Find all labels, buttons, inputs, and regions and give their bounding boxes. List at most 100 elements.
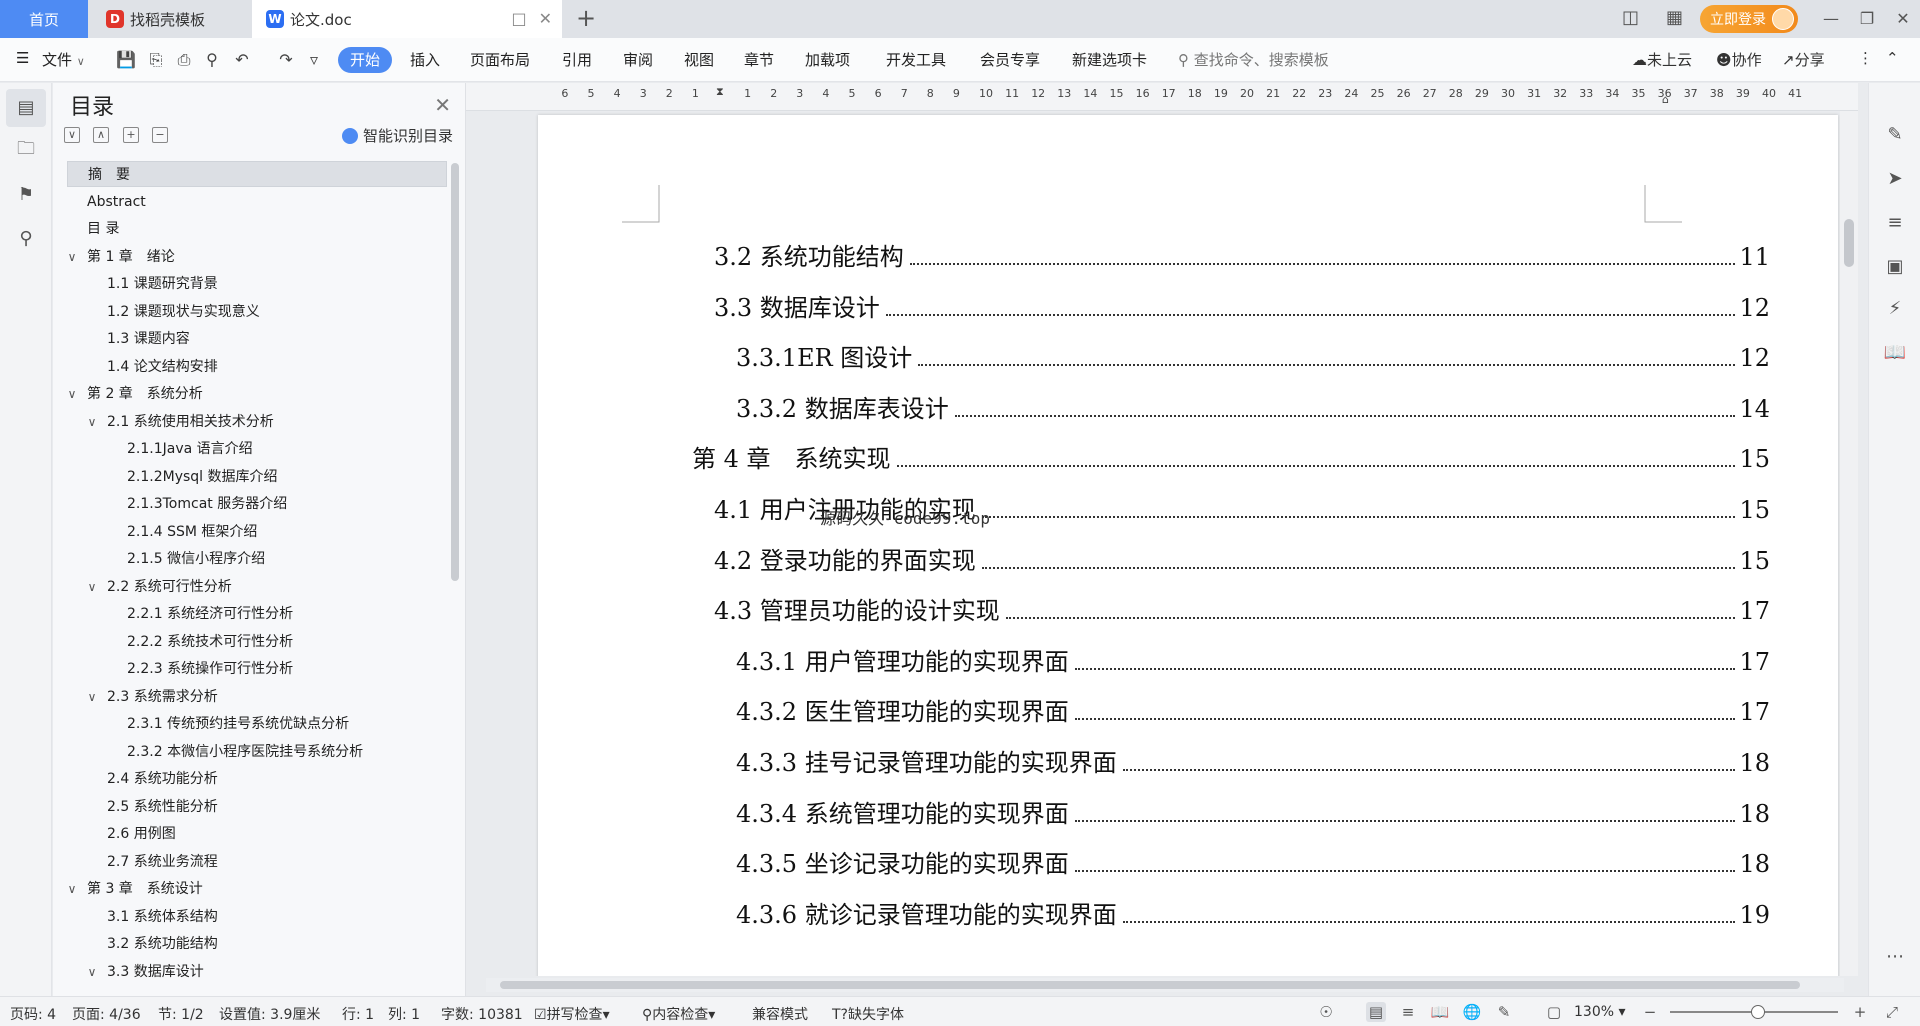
cloud-status[interactable]: ☁未上云 <box>1632 49 1692 70</box>
toc-item[interactable]: 2.4 系统功能分析 <box>67 766 447 792</box>
spell-check-toggle[interactable]: ☑拼写检查▾ <box>534 1004 610 1024</box>
menu-tab-new[interactable]: 新建选项卡 <box>1072 49 1147 70</box>
indent-marker-icon[interactable]: ⧗ <box>716 85 724 99</box>
close-icon[interactable]: ✕ <box>434 93 451 117</box>
toc-item[interactable]: 3.2 系统功能结构 <box>67 931 447 957</box>
doc-toc-entry[interactable]: 第 4 章 系统实现 15 <box>692 439 1770 474</box>
toc-item[interactable]: ∨ 第 1 章 绪论 <box>67 244 447 270</box>
toc-item[interactable]: 2.5 系统性能分析 <box>67 794 447 820</box>
print-preview-icon[interactable]: ⚲ <box>202 50 222 70</box>
toc-item[interactable]: 2.7 系统业务流程 <box>67 849 447 875</box>
more-dots-icon[interactable]: ⋯ <box>1883 945 1907 969</box>
doc-toc-entry[interactable]: 4.3.5 坐诊记录功能的实现界面 18 <box>736 844 1770 879</box>
command-search[interactable]: ⚲ 查找命令、搜索模板 <box>1178 49 1329 70</box>
reading-view-icon[interactable]: 📖 <box>1430 1002 1450 1022</box>
toc-item[interactable]: ∨ 2.1 系统使用相关技术分析 <box>67 409 447 435</box>
chapter-nav-icon[interactable]: 🗀 <box>14 137 38 161</box>
adjust-sliders-icon[interactable]: ≡ <box>1883 211 1907 235</box>
share-button[interactable]: ↗分享 <box>1782 49 1825 70</box>
chevron-down-icon[interactable]: ∨ <box>65 876 79 902</box>
toc-item[interactable]: 2.1.4 SSM 框架介绍 <box>67 519 447 545</box>
toc-item[interactable]: 2.2.3 系统操作可行性分析 <box>67 656 447 682</box>
toc-item[interactable]: 目 录 <box>67 216 447 242</box>
zoom-in-icon[interactable]: + <box>1850 1002 1870 1022</box>
search-icon[interactable]: ⚲ <box>14 227 38 251</box>
toc-item[interactable]: 1.3 课题内容 <box>67 326 447 352</box>
doc-toc-entry[interactable]: 3.3.2 数据库表设计 14 <box>736 389 1770 424</box>
tab-home[interactable]: 首页 <box>0 0 88 38</box>
toc-item[interactable]: 1.4 论文结构安排 <box>67 354 447 380</box>
doc-toc-entry[interactable]: 4.3.2 医生管理功能的实现界面 17 <box>736 692 1770 727</box>
minimize-button[interactable]: — <box>1816 5 1846 33</box>
web-view-icon[interactable]: 🌐 <box>1462 1002 1482 1022</box>
doc-toc-entry[interactable]: 3.3 数据库设计 12 <box>714 288 1770 323</box>
chevron-down-icon[interactable]: ∨ <box>85 684 99 710</box>
doc-toc-entry[interactable]: 4.3.4 系统管理功能的实现界面 18 <box>736 794 1770 829</box>
horizontal-ruler[interactable]: 6 5 4 3 2 1 1 2 3 4 5 6 7 8 9 10 11 12 13 14 15 16 17 18 19 20 21 2… <box>466 83 1858 111</box>
toc-item[interactable]: 3.1 系统体系结构 <box>67 904 447 930</box>
tab-document[interactable]: W 论文.doc □ ✕ <box>252 0 562 38</box>
scroll-thumb[interactable] <box>500 981 1800 989</box>
toc-item[interactable]: 2.2.1 系统经济可行性分析 <box>67 601 447 627</box>
hamburger-icon[interactable]: ☰ <box>16 49 29 67</box>
image-tool-icon[interactable]: ▣ <box>1883 255 1907 279</box>
chevron-down-icon[interactable]: ∨ <box>65 381 79 407</box>
select-cursor-icon[interactable]: ➤ <box>1883 167 1907 191</box>
book-search-icon[interactable]: 📖 <box>1883 341 1907 365</box>
new-tab-button[interactable]: + <box>572 5 600 33</box>
save-icon[interactable]: 💾 <box>116 50 136 70</box>
menu-tab-developer[interactable]: 开发工具 <box>886 49 946 70</box>
undo-icon[interactable]: ↶ <box>232 50 252 70</box>
status-word-count[interactable]: 字数: 10381 <box>441 1004 523 1024</box>
toc-item[interactable]: 1.1 课题研究背景 <box>67 271 447 297</box>
toc-item[interactable]: 2.6 用例图 <box>67 821 447 847</box>
doc-toc-entry[interactable]: 4.2 登录功能的界面实现 15 <box>714 541 1770 576</box>
menu-tab-chapter[interactable]: 章节 <box>744 49 774 70</box>
menu-tab-home[interactable]: 开始 <box>338 47 392 73</box>
toc-item[interactable]: ∨ 2.3 系统需求分析 <box>67 684 447 710</box>
expand-up-icon[interactable]: ∧ <box>93 127 109 143</box>
remove-heading-icon[interactable]: − <box>152 127 168 143</box>
outline-view-icon[interactable]: ≡ <box>1398 1002 1418 1022</box>
print-icon[interactable]: ⎙ <box>174 50 194 70</box>
menu-tab-review[interactable]: 审阅 <box>623 49 653 70</box>
menu-tab-view[interactable]: 视图 <box>684 49 714 70</box>
toc-item[interactable]: 2.2.2 系统技术可行性分析 <box>67 629 447 655</box>
vertical-scrollbar[interactable] <box>1840 111 1858 976</box>
add-heading-icon[interactable]: + <box>123 127 139 143</box>
doc-toc-entry[interactable]: 4.3.6 就诊记录管理功能的实现界面 19 <box>736 895 1770 930</box>
toc-item[interactable]: 2.1.1Java 语言介绍 <box>67 436 447 462</box>
toc-item[interactable]: ∨ 第 3 章 系统设计 <box>67 876 447 902</box>
toc-item[interactable]: ∨ 3.3 数据库设计 <box>67 959 447 985</box>
collapse-all-icon[interactable]: ∨ <box>64 127 80 143</box>
doc-toc-entry[interactable]: 4.3.1 用户管理功能的实现界面 17 <box>736 642 1770 677</box>
doc-toc-entry[interactable]: 3.2 系统功能结构 11 <box>714 237 1770 272</box>
write-view-icon[interactable]: ✎ <box>1494 1002 1514 1022</box>
export-pdf-icon[interactable]: ⎘ <box>146 50 166 70</box>
toc-item[interactable]: 摘 要 <box>67 161 447 187</box>
toc-scrollbar[interactable] <box>451 163 459 581</box>
toc-item[interactable]: 2.1.3Tomcat 服务器介绍 <box>67 491 447 517</box>
bookmark-icon[interactable]: ⚑ <box>14 183 38 207</box>
doc-toc-entry[interactable]: 3.3.1ER 图设计 12 <box>736 338 1770 373</box>
chevron-down-icon[interactable]: ∨ <box>85 574 99 600</box>
more-menu-icon[interactable]: ⋮ <box>1858 49 1873 67</box>
missing-font-button[interactable]: T?缺失字体 <box>832 1004 904 1024</box>
scroll-thumb[interactable] <box>1844 219 1854 267</box>
zoom-level[interactable]: 130% ▾ <box>1574 1004 1626 1020</box>
menu-tab-member[interactable]: 会员专享 <box>980 49 1040 70</box>
toc-item[interactable]: Abstract <box>67 189 447 215</box>
toc-item[interactable]: 1.2 课题现状与实现意义 <box>67 299 447 325</box>
fullscreen-icon[interactable]: ⤢ <box>1882 1002 1902 1022</box>
collapse-ribbon-icon[interactable]: ⌃ <box>1886 49 1899 67</box>
pen-edit-icon[interactable]: ✎ <box>1883 123 1907 147</box>
energy-icon[interactable]: ⚡ <box>1883 297 1907 321</box>
chevron-down-icon[interactable]: ∨ <box>85 959 99 985</box>
tab-daoke-templates[interactable]: D 找稻壳模板 <box>90 0 250 38</box>
doc-toc-entry[interactable]: 4.3.3 挂号记录管理功能的实现界面 18 <box>736 743 1770 778</box>
toc-item[interactable]: ∨ 第 2 章 系统分析 <box>67 381 447 407</box>
eye-protection-icon[interactable]: ☉ <box>1316 1002 1336 1022</box>
menu-tab-references[interactable]: 引用 <box>562 49 592 70</box>
restore-button[interactable]: ❐ <box>1852 5 1882 33</box>
horizontal-scrollbar[interactable] <box>486 978 1844 992</box>
